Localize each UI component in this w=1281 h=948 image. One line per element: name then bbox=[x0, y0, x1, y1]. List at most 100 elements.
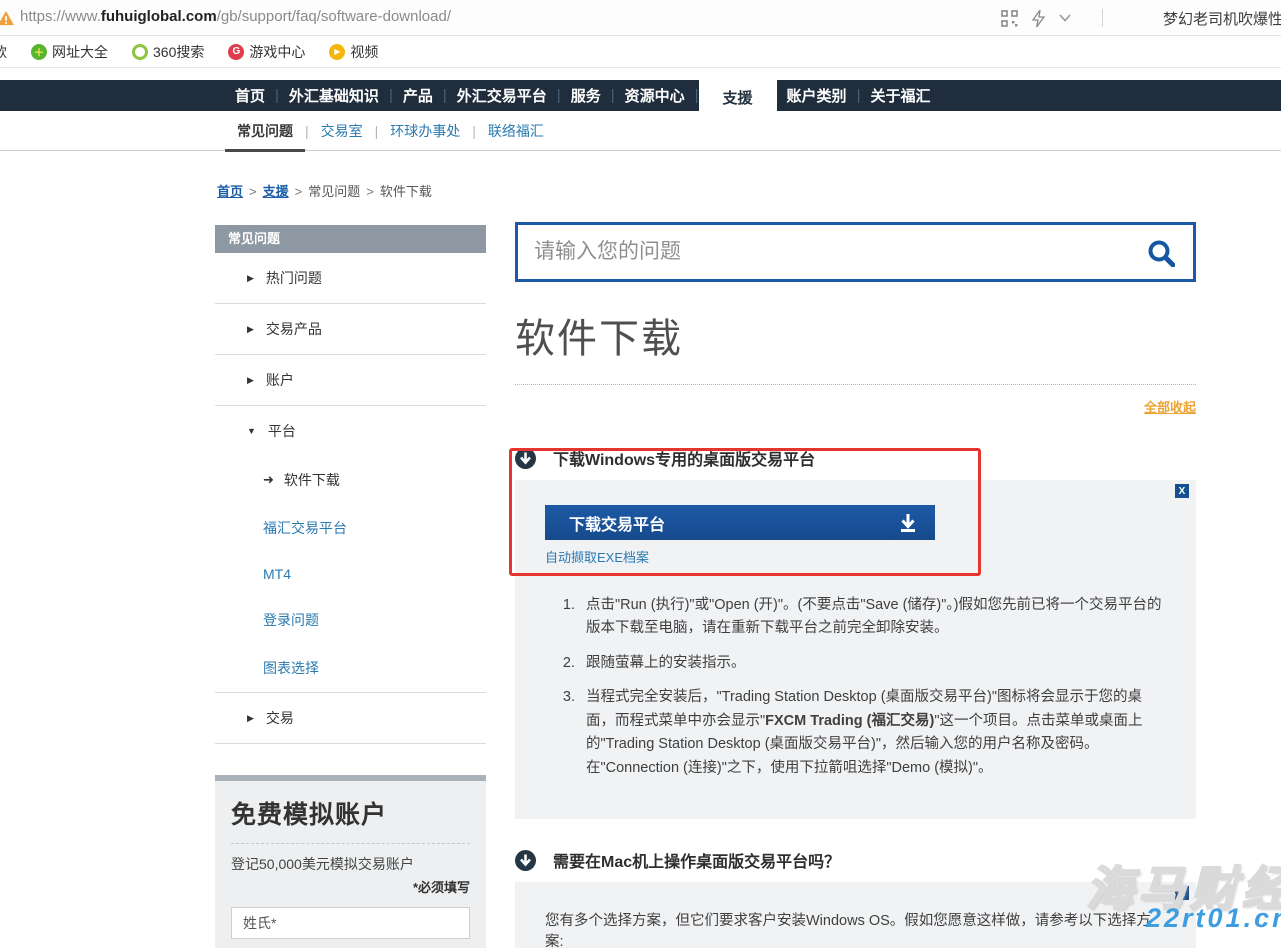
bookmark-label: 网址大全 bbox=[52, 42, 108, 62]
triangle-right-icon: ▶ bbox=[247, 324, 254, 335]
required-note: *必须填写 bbox=[231, 877, 470, 896]
breadcrumb-current: 软件下载 bbox=[380, 184, 432, 199]
sidebar-subitem-login-issues[interactable]: 登录问题 bbox=[215, 596, 486, 644]
bookmark-wangzhi[interactable]: ＋ 网址大全 bbox=[31, 42, 108, 62]
breadcrumb-home-link[interactable]: 首页 bbox=[217, 184, 243, 199]
sidebar-item-platform: ▼ 平台 ➜ 软件下载 福汇交易平台 MT4 登录问题 图表选择 bbox=[215, 406, 486, 693]
browser-suggestion-text[interactable]: 梦幻老司机吹爆性伴 bbox=[1163, 8, 1281, 29]
demo-account-box: 免费模拟账户 登记50,000美元模拟交易账户 *必须填写 bbox=[215, 775, 486, 948]
green-ring-icon bbox=[132, 44, 148, 60]
accordion-title: 下载Windows专用的桌面版交易平台 bbox=[553, 446, 815, 470]
auto-exe-link[interactable]: 自动撷取EXE档案 bbox=[545, 547, 649, 566]
sidebar-subitem-software-download[interactable]: ➜ 软件下载 bbox=[215, 456, 486, 504]
faq-search-box bbox=[515, 222, 1196, 282]
search-icon[interactable] bbox=[1147, 239, 1175, 267]
dotted-divider bbox=[515, 384, 1196, 385]
demo-account-subtitle: 登记50,000美元模拟交易账户 bbox=[231, 854, 470, 874]
arrow-right-icon: ➜ bbox=[263, 472, 274, 488]
accordion-panel-windows-download: X 下载交易平台 自动撷取EXE档案 点击"Run (执行)"或"Open (开… bbox=[515, 480, 1196, 819]
nav-item-products[interactable]: 产品 bbox=[393, 85, 443, 106]
nav-item-forex-basics[interactable]: 外汇基础知识 bbox=[279, 85, 389, 106]
breadcrumb: 首页>支援>常见问题>软件下载 bbox=[217, 181, 432, 200]
sidebar-subitem-label: 福汇交易平台 bbox=[263, 520, 347, 536]
breadcrumb-faq: 常见问题 bbox=[308, 184, 360, 199]
triangle-right-icon: ▶ bbox=[247, 375, 254, 386]
download-platform-button[interactable]: 下载交易平台 bbox=[545, 505, 935, 540]
nav-item-resources[interactable]: 资源中心 bbox=[615, 85, 695, 106]
red-g-icon: G bbox=[228, 44, 244, 60]
sidebar-item-trading[interactable]: ▶交易 bbox=[215, 693, 486, 744]
green-plus-icon: ＋ bbox=[31, 44, 47, 60]
bookmark-gamecenter[interactable]: G 游戏中心 bbox=[228, 42, 305, 62]
orange-play-icon: ▶ bbox=[329, 44, 345, 60]
mac-intro-text: 您有多个选择方案，但它们要求客户安装Windows OS。假如您愿意这样做，请参… bbox=[545, 909, 1166, 948]
lightning-icon[interactable] bbox=[1032, 10, 1045, 27]
subnav-item-global-offices[interactable]: 环球办事处 bbox=[378, 121, 472, 141]
bookmark-partial-label[interactable]: 款 bbox=[0, 42, 7, 62]
sidebar-subitem-label: MT4 bbox=[263, 566, 291, 582]
url-domain: fuhuiglobal.com bbox=[101, 8, 217, 25]
sidebar-subitem-label: 登录问题 bbox=[263, 612, 319, 628]
accordion-header-windows-download[interactable]: 下载Windows专用的桌面版交易平台 bbox=[515, 446, 1196, 470]
subnav-item-trading-room[interactable]: 交易室 bbox=[309, 121, 375, 141]
nav-item-home[interactable]: 首页 bbox=[225, 85, 275, 106]
sidebar-subitem-mt4[interactable]: MT4 bbox=[215, 552, 486, 596]
nav-item-trading-platform[interactable]: 外汇交易平台 bbox=[447, 85, 557, 106]
sidebar-item-platform-toggle[interactable]: ▼ 平台 bbox=[215, 406, 486, 456]
breadcrumb-separator: > bbox=[295, 184, 303, 199]
demo-account-title: 免费模拟账户 bbox=[231, 795, 470, 831]
breadcrumb-separator: > bbox=[366, 184, 374, 199]
bookmark-360search[interactable]: 360搜索 bbox=[132, 42, 204, 62]
close-icon[interactable]: X bbox=[1175, 484, 1189, 498]
url-scheme: https://www. bbox=[20, 8, 101, 25]
circle-arrow-down-icon bbox=[515, 448, 536, 469]
nav-item-services[interactable]: 服务 bbox=[561, 85, 611, 106]
sidebar-header: 常见问题 bbox=[215, 225, 486, 253]
subnav-item-faq[interactable]: 常见问题 bbox=[225, 121, 305, 152]
bookmark-label: 游戏中心 bbox=[249, 42, 305, 62]
sub-nav: 常见问题| 交易室| 环球办事处| 联络福汇 bbox=[0, 111, 1281, 151]
sidebar-item-trading-products[interactable]: ▶ 交易产品 bbox=[215, 304, 486, 355]
circle-arrow-down-icon bbox=[515, 850, 536, 871]
nav-item-account-types[interactable]: 账户类别 bbox=[777, 85, 857, 106]
sidebar-subitem-fxcm-platform[interactable]: 福汇交易平台 bbox=[215, 504, 486, 552]
toolbar-divider bbox=[1102, 9, 1103, 27]
address-bar[interactable]: https://www.fuhuiglobal.com/gb/support/f… bbox=[0, 0, 1281, 36]
triangle-right-icon: ▶ bbox=[247, 273, 254, 284]
sidebar-item-label: 平台 bbox=[268, 421, 296, 441]
bookmarks-bar: 款 ＋ 网址大全 360搜索 G 游戏中心 ▶ 视频 bbox=[0, 36, 1281, 68]
last-name-field[interactable] bbox=[231, 907, 470, 939]
sidebar-subitem-chart-options[interactable]: 图表选择 bbox=[215, 644, 486, 692]
subnav-item-contact[interactable]: 联络福汇 bbox=[476, 121, 556, 141]
sidebar-item-hot-questions[interactable]: ▶ 热门问题 bbox=[215, 253, 486, 304]
accordion-title: 需要在Mac机上操作桌面版交易平台吗？ bbox=[553, 848, 840, 872]
sidebar-subitem-label: 软件下载 bbox=[284, 470, 340, 490]
url-path: /gb/support/faq/software-download/ bbox=[217, 8, 451, 25]
dashed-divider bbox=[231, 843, 470, 844]
qr-code-icon[interactable] bbox=[1001, 10, 1018, 27]
url-field[interactable]: https://www.fuhuiglobal.com/gb/support/f… bbox=[20, 8, 451, 25]
install-steps-list: 点击"Run (执行)"或"Open (开)"。(不要点击"Save (储存)"… bbox=[579, 594, 1166, 780]
nav-item-about[interactable]: 关于福汇 bbox=[860, 85, 940, 106]
site-warning-icon bbox=[0, 10, 15, 26]
faq-sidebar: 常见问题 ▶ 热门问题 ▶ 交易产品 ▶ 账户 ▼ 平台 ➜ 软件下载 福汇交易平台 MT… bbox=[215, 225, 486, 744]
download-icon bbox=[897, 512, 919, 534]
sidebar-item-label: 账户 bbox=[266, 370, 294, 390]
sidebar-subitem-label: 图表选择 bbox=[263, 660, 319, 676]
chevron-down-icon[interactable] bbox=[1059, 14, 1071, 22]
search-input[interactable] bbox=[518, 225, 1193, 279]
sidebar-item-label: 交易产品 bbox=[266, 319, 322, 339]
bookmark-video[interactable]: ▶ 视频 bbox=[329, 42, 378, 62]
sidebar-item-account[interactable]: ▶ 账户 bbox=[215, 355, 486, 406]
collapse-all-link[interactable]: 全部收起 bbox=[1144, 400, 1196, 415]
triangle-down-icon: ▼ bbox=[247, 426, 256, 436]
bookmark-label: 视频 bbox=[350, 42, 378, 62]
sidebar-item-label: 热门问题 bbox=[266, 268, 322, 288]
main-content: 软件下载 全部收起 下载Windows专用的桌面版交易平台 X 下载交易平台 bbox=[515, 222, 1196, 948]
download-button-label: 下载交易平台 bbox=[569, 511, 665, 535]
step-item: 点击"Run (执行)"或"Open (开)"。(不要点击"Save (储存)"… bbox=[579, 594, 1166, 641]
breadcrumb-support-link[interactable]: 支援 bbox=[263, 184, 289, 199]
step-item: 跟随萤幕上的安装指示。 bbox=[579, 652, 1166, 675]
step-item: 当程式完全安装后，"Trading Station Desktop (桌面版交易… bbox=[579, 686, 1166, 780]
watermark-url: 22rt01.cn bbox=[1146, 903, 1281, 934]
